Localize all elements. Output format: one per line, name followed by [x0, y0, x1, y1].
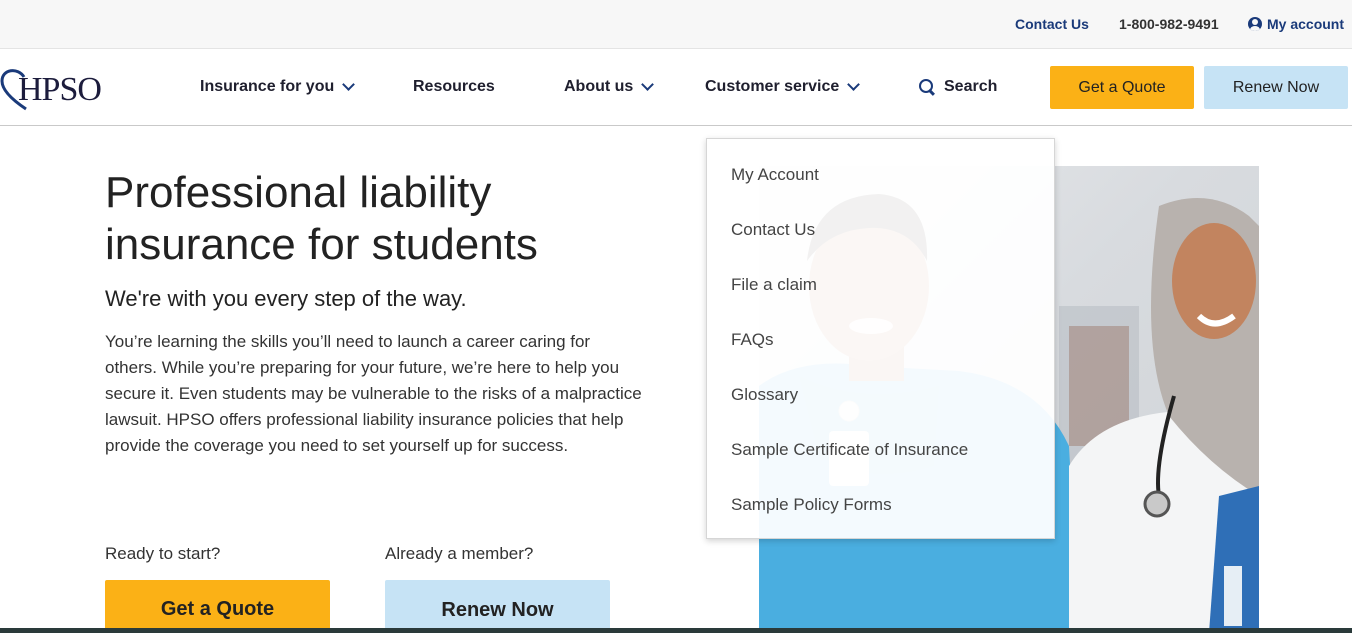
nav-about-label: About us: [564, 78, 634, 95]
nav-about-us[interactable]: About us: [564, 78, 655, 96]
nav-resources-label: Resources: [413, 78, 495, 95]
get-quote-button-header[interactable]: Get a Quote: [1050, 66, 1194, 109]
logo-text: HPSO: [18, 71, 102, 108]
get-quote-button[interactable]: Get a Quote: [105, 580, 330, 633]
bottom-taskbar-strip: [0, 628, 1352, 633]
dropdown-item-file-a-claim[interactable]: File a claim: [731, 275, 817, 295]
hpso-logo[interactable]: HPSO: [0, 63, 124, 113]
title-line-2: insurance for students: [105, 220, 538, 269]
phone-number[interactable]: 1-800-982-9491: [1119, 16, 1219, 32]
my-account-link[interactable]: My account: [1248, 16, 1344, 32]
chevron-down-icon: [342, 78, 356, 91]
dropdown-item-faqs[interactable]: FAQs: [731, 330, 774, 350]
title-line-1: Professional liability: [105, 168, 492, 217]
dropdown-item-glossary[interactable]: Glossary: [731, 385, 798, 405]
dropdown-item-my-account[interactable]: My Account: [731, 165, 819, 185]
dropdown-item-sample-certificate[interactable]: Sample Certificate of Insurance: [731, 440, 968, 460]
nav-resources[interactable]: Resources: [413, 78, 495, 96]
dropdown-item-sample-policy-forms[interactable]: Sample Policy Forms: [731, 495, 892, 515]
renew-now-button-header[interactable]: Renew Now: [1204, 66, 1348, 109]
already-member-label: Already a member?: [385, 544, 534, 563]
hero-body-text: You’re learning the skills you’ll need t…: [105, 332, 642, 455]
nav-insurance-label: Insurance for you: [200, 78, 335, 95]
search-icon: [919, 79, 935, 95]
my-account-label: My account: [1267, 16, 1345, 32]
nav-customer-label: Customer service: [705, 78, 840, 95]
nav-customer-service[interactable]: Customer service: [705, 78, 861, 96]
main-nav: HPSO Insurance for you Resources About u…: [0, 49, 1352, 126]
hero-subtitle: We're with you every step of the way.: [105, 286, 467, 311]
user-circle-icon: [1248, 17, 1262, 31]
chevron-down-icon: [641, 78, 655, 91]
page-title: Professional liability insurance for stu…: [105, 167, 665, 271]
renew-now-button[interactable]: Renew Now: [385, 580, 610, 633]
contact-us-link[interactable]: Contact Us: [1015, 16, 1089, 32]
search-label: Search: [944, 78, 998, 95]
nav-insurance-for-you[interactable]: Insurance for you: [200, 78, 356, 96]
ready-to-start-label: Ready to start?: [105, 544, 221, 563]
dropdown-item-contact-us[interactable]: Contact Us: [731, 220, 815, 240]
chevron-down-icon: [847, 78, 861, 91]
search-button[interactable]: Search: [919, 78, 997, 96]
customer-service-dropdown: My Account Contact Us File a claim FAQs …: [706, 138, 1055, 539]
utility-bar: Contact Us 1-800-982-9491 My account: [0, 0, 1352, 49]
